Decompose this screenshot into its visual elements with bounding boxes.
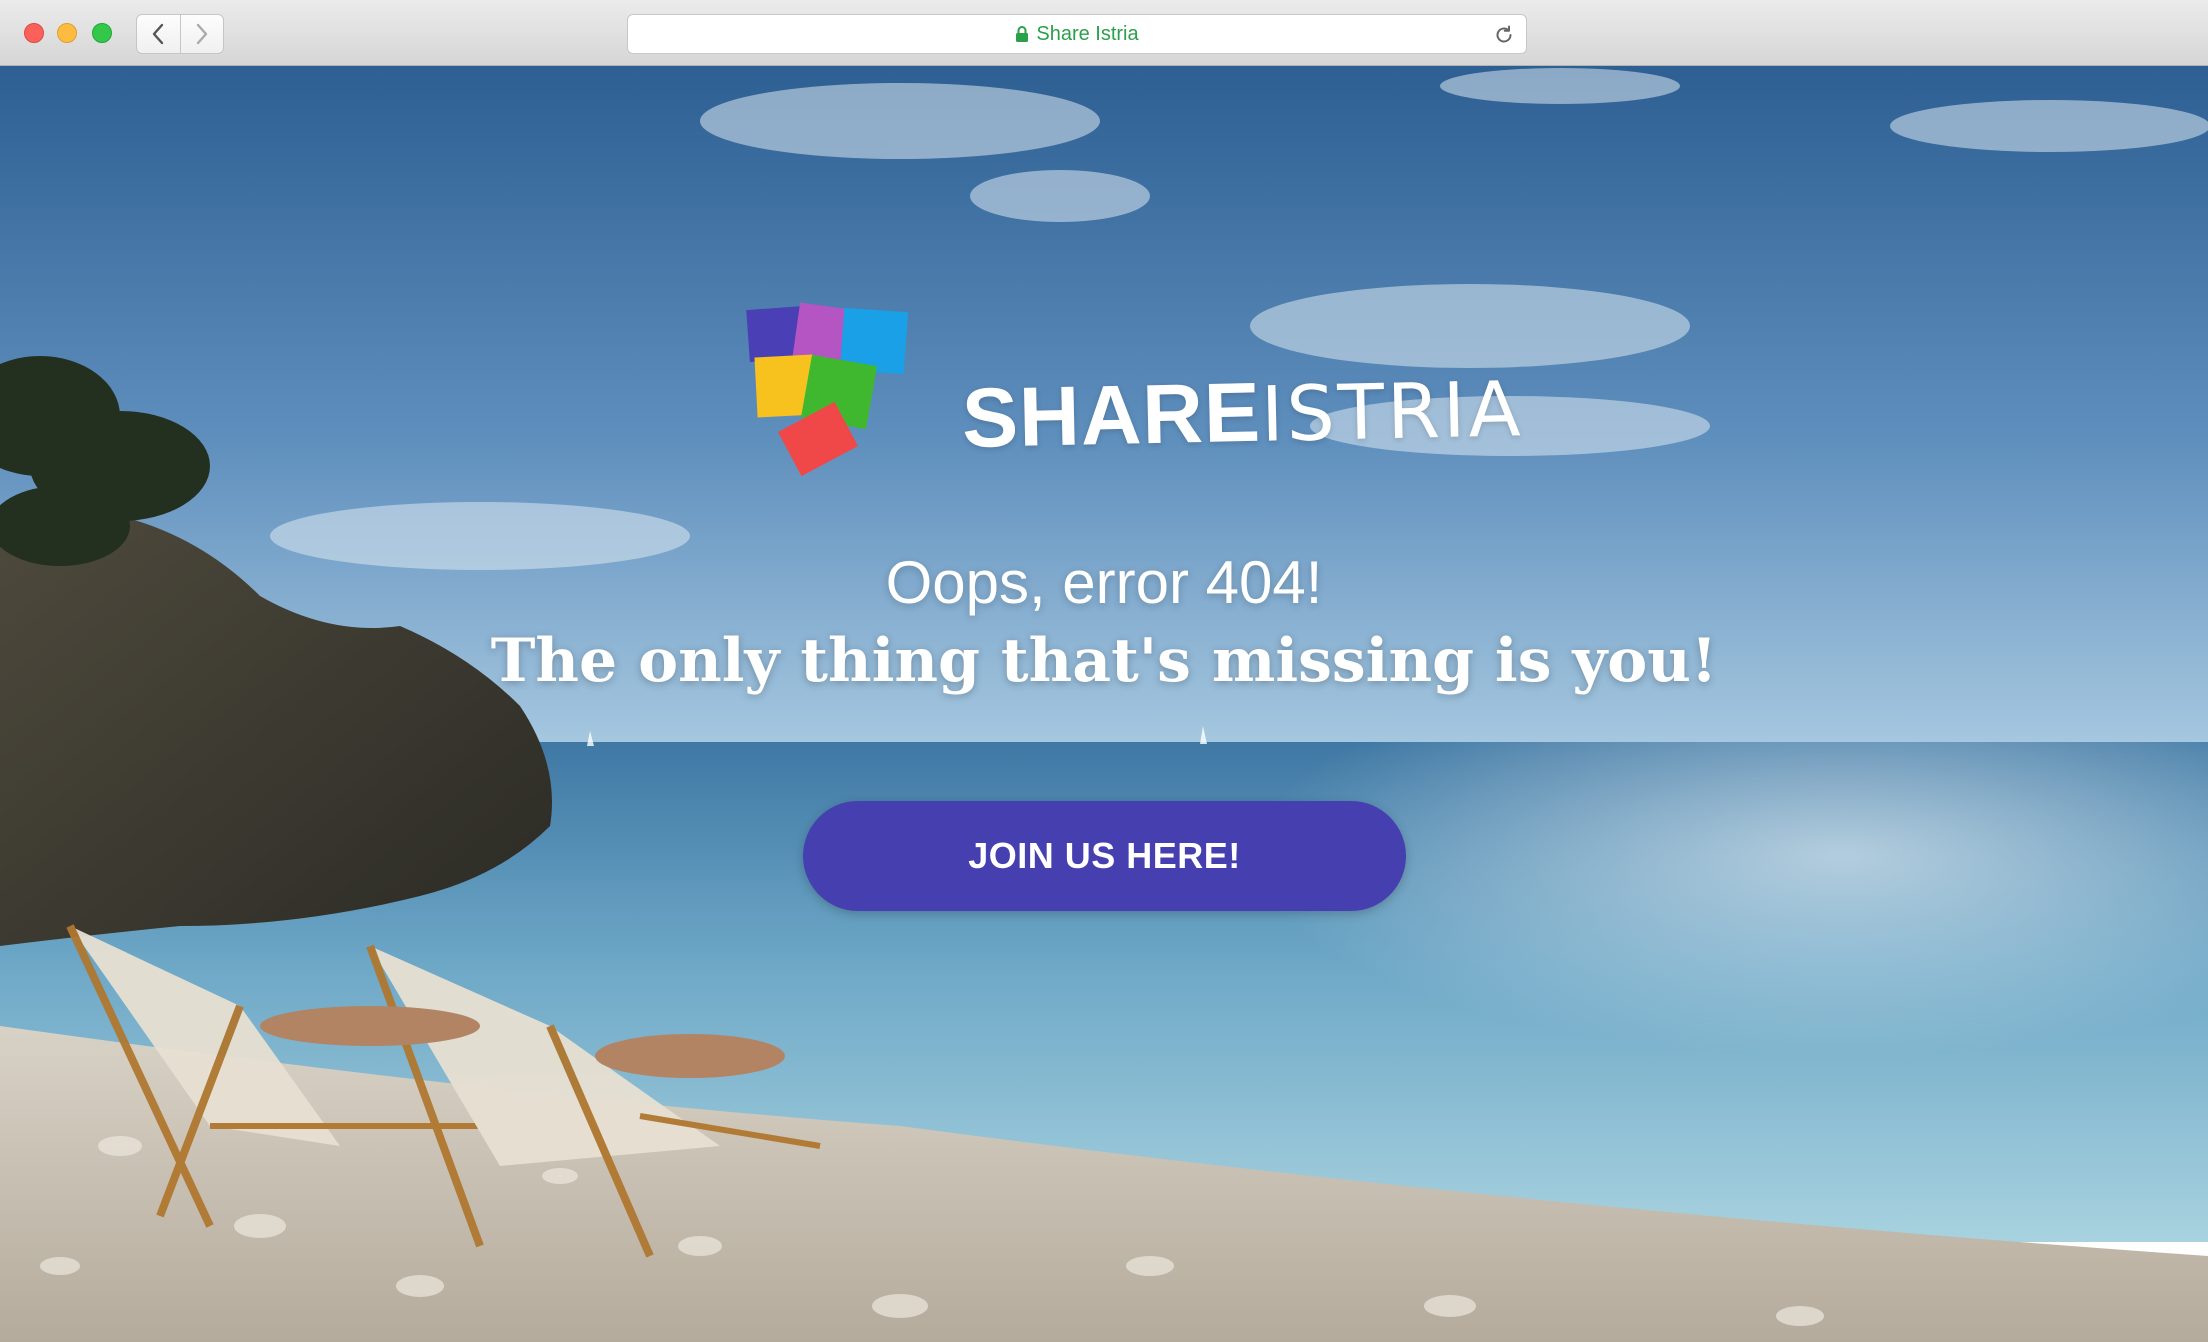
lock-icon bbox=[1016, 26, 1029, 42]
chevron-left-icon bbox=[153, 23, 164, 45]
zoom-window-icon[interactable] bbox=[92, 23, 112, 43]
shareistria-logo[interactable]: SHAREISTRIA bbox=[740, 302, 1524, 552]
logo-mark-icon bbox=[746, 302, 909, 477]
address-text: Share Istria bbox=[1036, 22, 1139, 45]
browser-toolbar: Share Istria bbox=[0, 0, 2208, 66]
forward-button[interactable] bbox=[179, 15, 223, 53]
browser-window: Share Istria SHAREISTRIA Oops, error 404… bbox=[0, 0, 2208, 1342]
logo-wordmark: SHAREISTRIA bbox=[961, 358, 1524, 467]
logo-word-share: SHARE bbox=[961, 364, 1262, 465]
address-bar[interactable]: Share Istria bbox=[627, 14, 1527, 54]
page-viewport: SHAREISTRIA Oops, error 404! The only th… bbox=[0, 66, 2208, 1342]
join-us-button[interactable]: JOIN US HERE! bbox=[803, 801, 1406, 911]
navigation-buttons bbox=[136, 14, 224, 54]
logo-word-istria: ISTRIA bbox=[1260, 364, 1525, 459]
reload-icon[interactable] bbox=[1492, 23, 1516, 47]
chevron-right-icon bbox=[196, 23, 208, 45]
error-headline: Oops, error 404! bbox=[885, 549, 1323, 616]
close-window-icon[interactable] bbox=[24, 23, 44, 43]
error-subheadline: The only thing that's missing is you! bbox=[490, 626, 1718, 696]
beach-background-image bbox=[0, 66, 2208, 1342]
minimize-window-icon[interactable] bbox=[57, 23, 77, 43]
back-button[interactable] bbox=[137, 15, 180, 53]
